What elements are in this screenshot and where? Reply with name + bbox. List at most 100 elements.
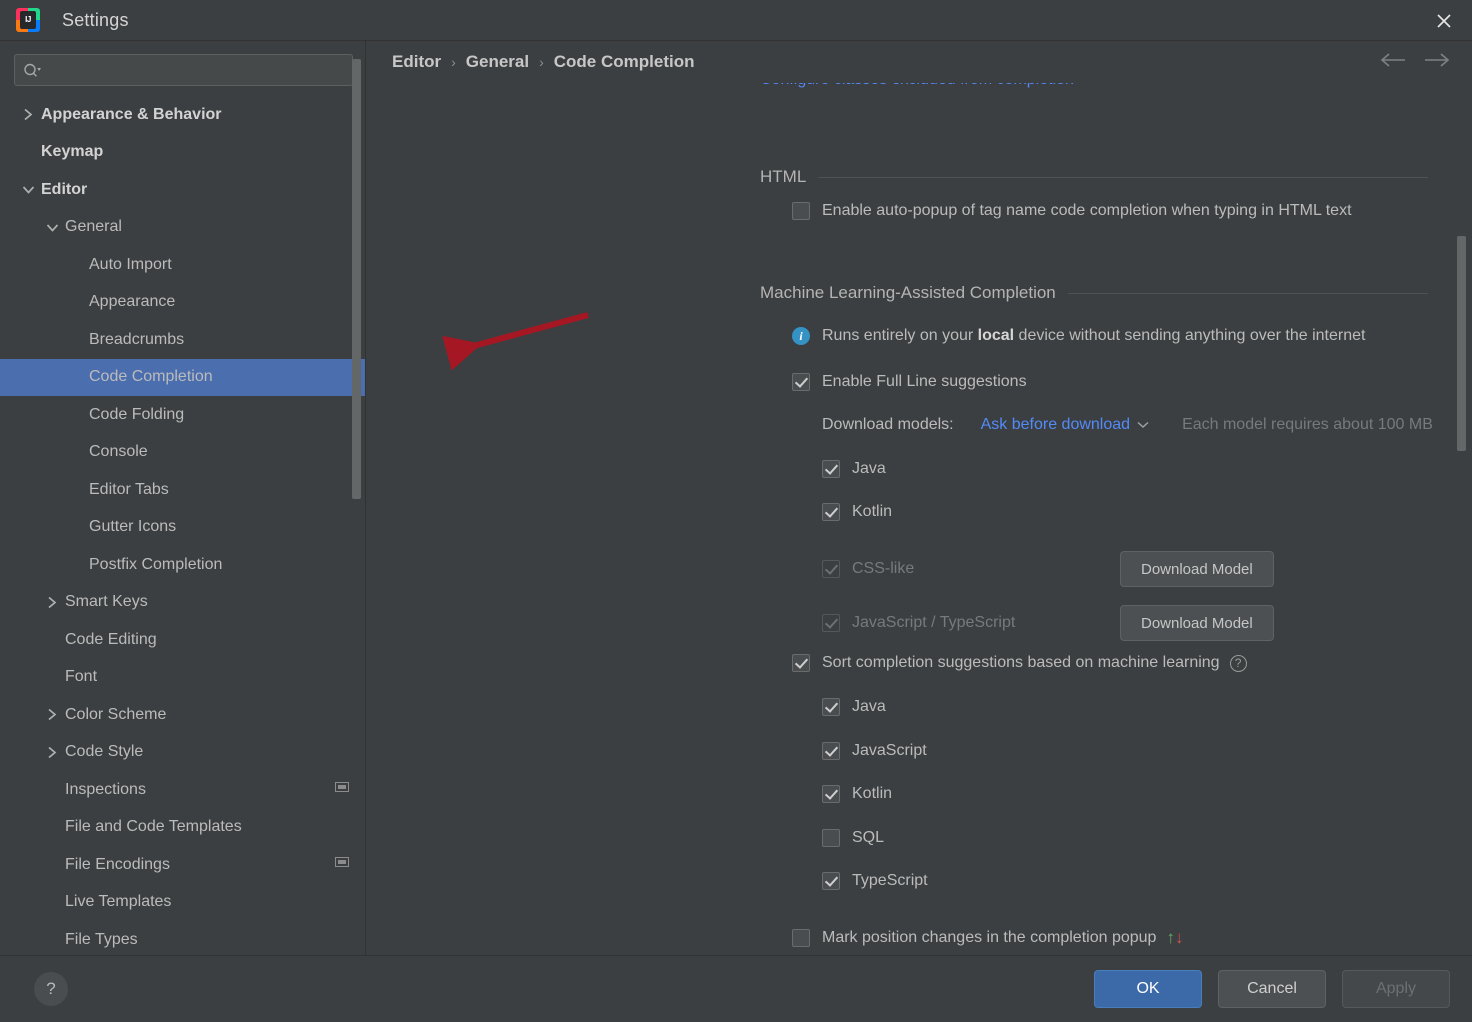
tree-twisty[interactable] bbox=[44, 744, 60, 760]
sidebar-item-editor[interactable]: Editor bbox=[0, 171, 365, 209]
sidebar-item-general[interactable]: General bbox=[0, 209, 365, 247]
full-line-lang-checkbox[interactable] bbox=[822, 460, 840, 478]
arrow-left-icon[interactable] bbox=[1380, 52, 1406, 73]
sidebar-item-font[interactable]: Font bbox=[0, 659, 365, 697]
sort-lang-checkbox[interactable] bbox=[822, 829, 840, 847]
sidebar-item-label: Code Folding bbox=[89, 405, 185, 423]
download-model-button[interactable]: Download Model bbox=[1120, 605, 1274, 641]
chevron-right-icon bbox=[23, 109, 32, 121]
settings-content-pane: Configure classes excluded from completi… bbox=[367, 41, 1472, 955]
sidebar-item-auto-import[interactable]: Auto Import bbox=[0, 246, 365, 284]
sidebar-item-inspections[interactable]: Inspections bbox=[0, 771, 365, 809]
breadcrumb-item-code-completion[interactable]: Code Completion bbox=[554, 52, 695, 72]
full-line-lang-row[interactable]: Java bbox=[822, 460, 886, 478]
sort-lang-row[interactable]: JavaScript bbox=[822, 742, 927, 760]
sort-lang-label: Kotlin bbox=[852, 785, 893, 802]
tree-twisty[interactable] bbox=[20, 182, 36, 198]
auto-popup-html-row[interactable]: Enable auto-popup of tag name code compl… bbox=[792, 202, 1352, 220]
sidebar-item-editor-tabs[interactable]: Editor Tabs bbox=[0, 471, 365, 509]
html-section-title: HTML bbox=[760, 167, 807, 186]
mark-position-checkbox[interactable] bbox=[792, 929, 810, 947]
sort-completion-checkbox[interactable] bbox=[792, 654, 810, 672]
sort-lang-checkbox[interactable] bbox=[822, 742, 840, 760]
sort-lang-checkbox[interactable] bbox=[822, 698, 840, 716]
enable-full-line-row[interactable]: Enable Full Line suggestions bbox=[792, 373, 1027, 391]
breadcrumb-separator: › bbox=[451, 54, 456, 70]
sort-lang-row[interactable]: Kotlin bbox=[822, 785, 892, 803]
sidebar-item-code-style[interactable]: Code Style bbox=[0, 734, 365, 772]
sidebar-item-label: Postfix Completion bbox=[89, 555, 223, 573]
full-line-lang-checkbox[interactable] bbox=[822, 503, 840, 521]
sidebar-item-postfix-completion[interactable]: Postfix Completion bbox=[0, 546, 365, 584]
help-icon[interactable]: ? bbox=[1229, 654, 1247, 672]
ml-section-title: Machine Learning-Assisted Completion bbox=[760, 283, 1056, 302]
sort-completion-row[interactable]: Sort completion suggestions based on mac… bbox=[792, 654, 1247, 672]
sidebar-item-breadcrumbs[interactable]: Breadcrumbs bbox=[0, 321, 365, 359]
sort-lang-row[interactable]: Java bbox=[822, 698, 886, 716]
breadcrumb-item-general[interactable]: General bbox=[466, 52, 529, 72]
sidebar-item-label: File Encodings bbox=[65, 855, 170, 873]
sidebar-item-code-folding[interactable]: Code Folding bbox=[0, 396, 365, 434]
sidebar-item-label: Gutter Icons bbox=[89, 518, 177, 536]
section-divider bbox=[818, 176, 1428, 178]
full-line-lang-checkbox bbox=[822, 560, 840, 578]
html-section-header: HTML bbox=[367, 167, 1472, 187]
sidebar-item-code-editing[interactable]: Code Editing bbox=[0, 621, 365, 659]
content-scrollbar-thumb[interactable] bbox=[1457, 236, 1466, 451]
sort-lang-checkbox[interactable] bbox=[822, 872, 840, 890]
mark-position-row[interactable]: Mark position changes in the completion … bbox=[792, 928, 1183, 948]
arrow-right-icon[interactable] bbox=[1424, 52, 1450, 73]
sort-lang-row[interactable]: TypeScript bbox=[822, 872, 928, 890]
sidebar-item-code-completion[interactable]: Code Completion bbox=[0, 358, 365, 396]
full-line-lang-row[interactable]: Kotlin bbox=[822, 503, 892, 521]
tree-twisty[interactable] bbox=[20, 107, 36, 123]
sort-completion-label: Sort completion suggestions based on mac… bbox=[822, 654, 1220, 671]
close-icon[interactable] bbox=[1416, 0, 1472, 41]
project-scope-icon bbox=[335, 857, 349, 868]
breadcrumb-item-editor[interactable]: Editor bbox=[392, 52, 441, 72]
full-line-lang-row[interactable]: CSS-like Download Model bbox=[822, 551, 1274, 587]
sidebar-scrollbar[interactable] bbox=[352, 41, 361, 955]
enable-full-line-checkbox[interactable] bbox=[792, 373, 810, 391]
full-line-lang-label: Kotlin bbox=[852, 503, 893, 520]
sidebar-item-console[interactable]: Console bbox=[0, 434, 365, 472]
sidebar-item-color-scheme[interactable]: Color Scheme bbox=[0, 696, 365, 734]
download-model-button[interactable]: Download Model bbox=[1120, 551, 1274, 587]
sidebar-item-file-encodings[interactable]: File Encodings bbox=[0, 846, 365, 884]
search-input[interactable] bbox=[48, 62, 344, 78]
help-button[interactable]: ? bbox=[34, 972, 68, 1006]
sidebar-item-keymap[interactable]: Keymap bbox=[0, 134, 365, 172]
intellij-logo-icon: IJ bbox=[16, 8, 40, 32]
sort-lang-checkbox[interactable] bbox=[822, 785, 840, 803]
sort-lang-row[interactable]: SQL bbox=[822, 829, 884, 847]
info-icon: i bbox=[792, 327, 810, 345]
sidebar-item-live-templates[interactable]: Live Templates bbox=[0, 884, 365, 922]
tree-twisty[interactable] bbox=[44, 707, 60, 723]
auto-popup-html-checkbox[interactable] bbox=[792, 202, 810, 220]
sidebar-item-appearance-behavior[interactable]: Appearance & Behavior bbox=[0, 96, 365, 134]
sidebar-item-file-types[interactable]: File Types bbox=[0, 921, 365, 955]
chevron-down-icon bbox=[1137, 421, 1149, 429]
search-field-wrapper bbox=[0, 41, 365, 86]
cancel-button[interactable]: Cancel bbox=[1218, 970, 1326, 1008]
sidebar-item-file-and-code-templates[interactable]: File and Code Templates bbox=[0, 809, 365, 847]
sidebar-item-label: Smart Keys bbox=[65, 593, 148, 611]
sidebar-item-label: Code Editing bbox=[65, 630, 157, 648]
sidebar-item-label: File Types bbox=[65, 930, 138, 948]
sort-lang-label: TypeScript bbox=[852, 872, 928, 889]
sidebar-item-gutter-icons[interactable]: Gutter Icons bbox=[0, 509, 365, 547]
sidebar-item-smart-keys[interactable]: Smart Keys bbox=[0, 584, 365, 622]
sidebar-item-appearance[interactable]: Appearance bbox=[0, 284, 365, 322]
tree-twisty[interactable] bbox=[44, 594, 60, 610]
ok-button[interactable]: OK bbox=[1094, 970, 1202, 1008]
sidebar-scrollbar-thumb[interactable] bbox=[352, 59, 361, 499]
tree-twisty[interactable] bbox=[44, 219, 60, 235]
search-box[interactable] bbox=[14, 54, 353, 86]
download-models-dropdown[interactable]: Ask before download bbox=[981, 416, 1149, 434]
sidebar-item-label: Code Style bbox=[65, 743, 144, 761]
full-line-lang-row[interactable]: JavaScript / TypeScript Download Model bbox=[822, 605, 1274, 641]
